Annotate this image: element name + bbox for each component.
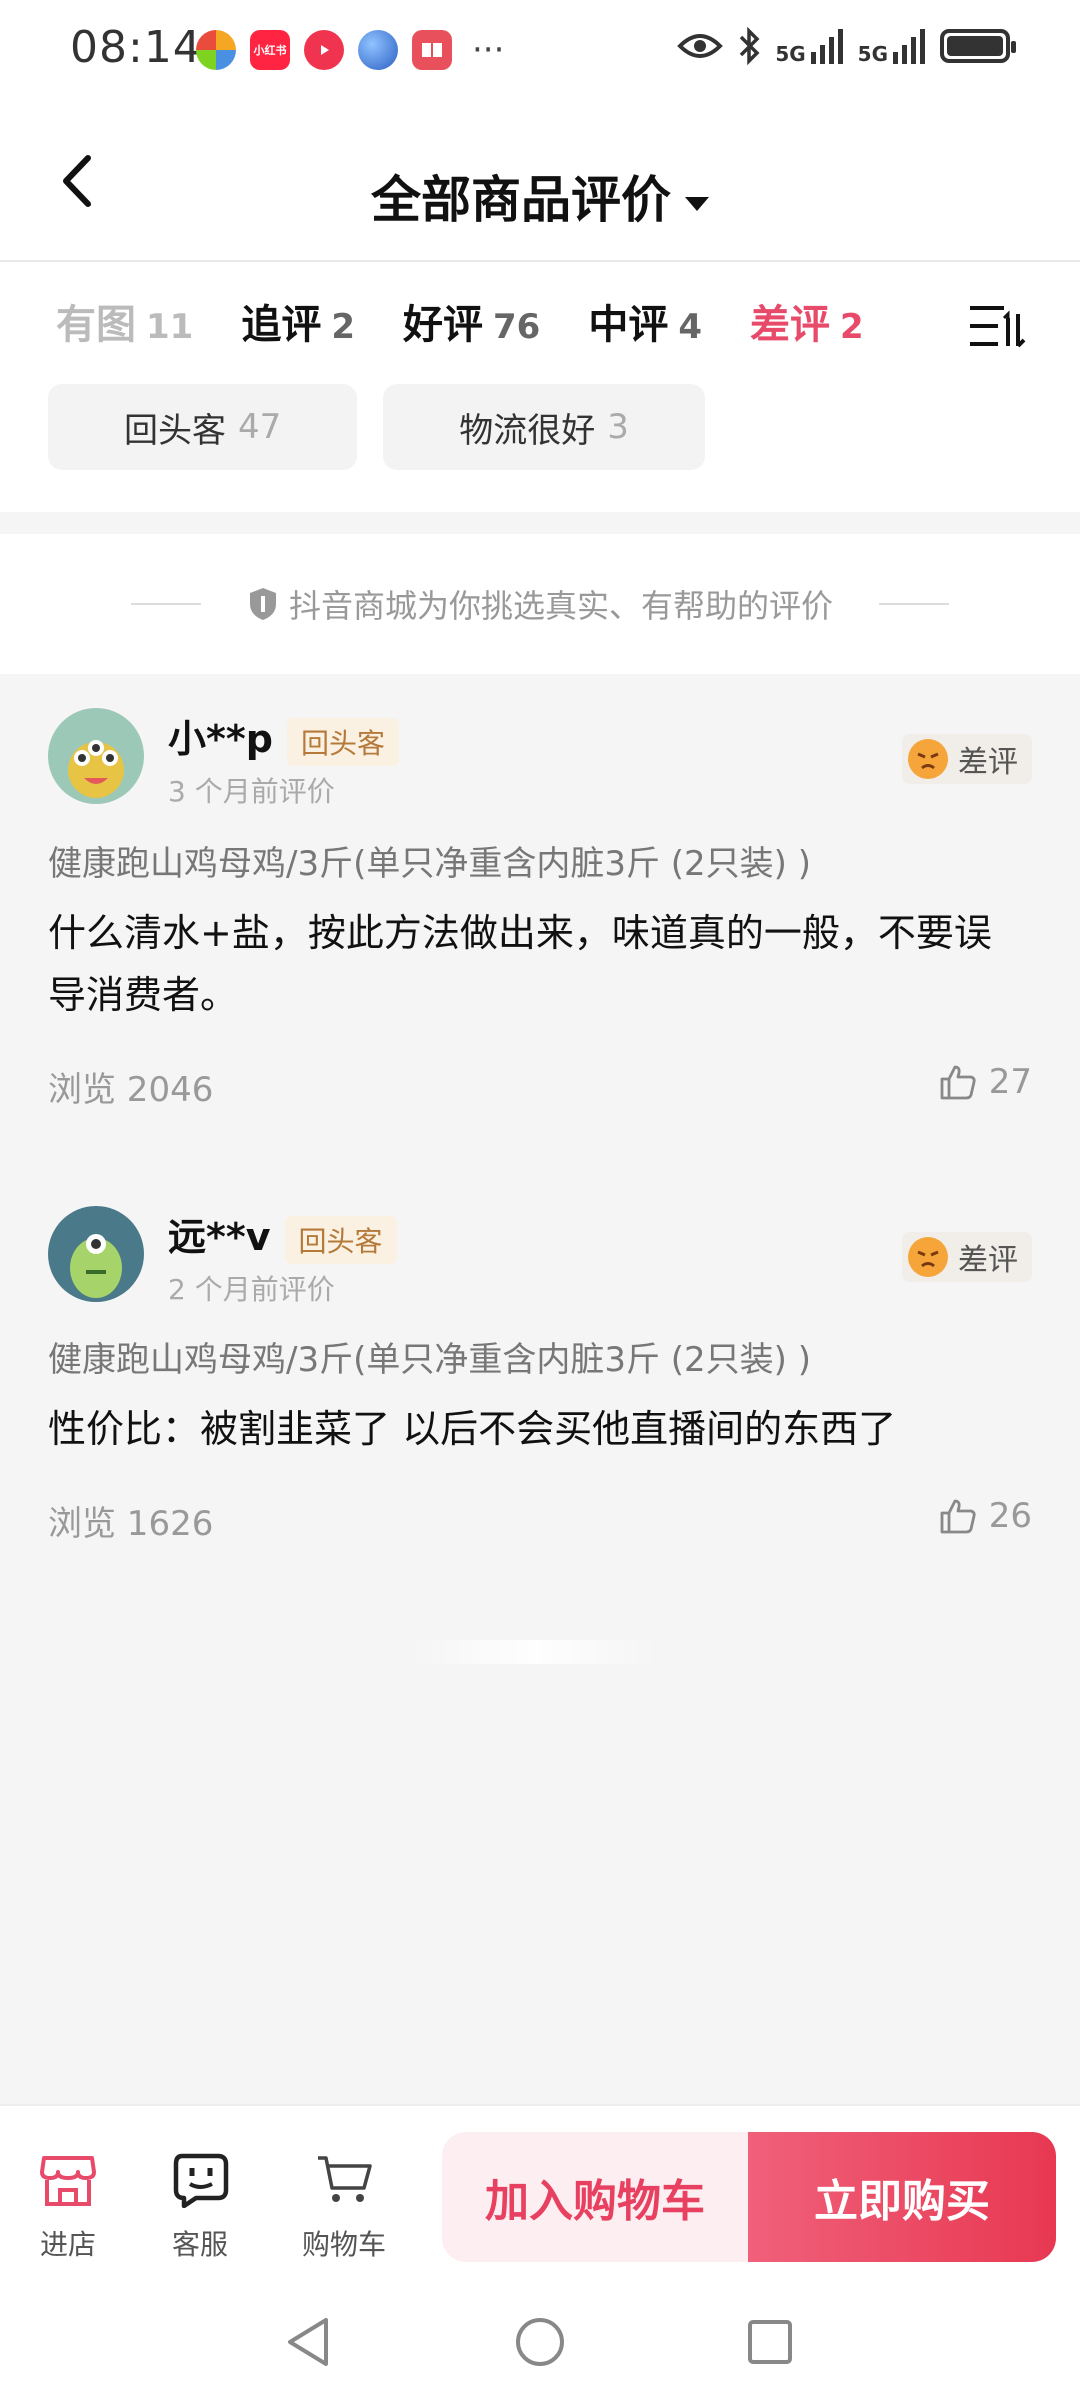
tab-positive[interactable]: 好评 76 (403, 292, 540, 350)
review-time: 2 个月前评价 (168, 1273, 335, 1306)
system-nav-bar (0, 2284, 1080, 2400)
notice-text: 抖音商城为你挑选真实、有帮助的评价 (288, 587, 833, 625)
status-time: 08:14 (70, 22, 202, 73)
rating-badge: 差评 (902, 1232, 1032, 1282)
shopping-cart-icon (318, 2156, 372, 2202)
review-filters: 有图 11 追评 2 好评 76 中评 4 差评 2 回头客 47 物流很好 3 (0, 262, 1080, 512)
video-app-icon (304, 30, 344, 70)
review-time: 3 个月前评价 (168, 775, 335, 808)
tag-chips: 回头客 47 物流很好 3 (48, 384, 705, 470)
caret-down-icon (685, 196, 709, 211)
chip-repeat-customer[interactable]: 回头客 47 (48, 384, 358, 470)
tab-negative[interactable]: 差评 2 (750, 292, 864, 350)
page-header: 全部商品评价 (0, 100, 1080, 262)
repeat-customer-badge: 回头客 (284, 1215, 397, 1264)
chip-good-logistics[interactable]: 物流很好 3 (383, 384, 705, 470)
review-card: 远**v 回头客 2 个月前评价 差评 健康跑山鸡母鸡/3斤(单只净重含内脏3斤 … (0, 1172, 1080, 1572)
status-app-icons: 小红书 ··· (196, 30, 504, 70)
shop-button[interactable]: 进店 (8, 2152, 128, 2263)
angry-face-icon (908, 739, 948, 779)
signal-bars-icon (810, 29, 843, 64)
rating-badge: 差评 (902, 734, 1032, 784)
angry-face-icon (908, 1237, 948, 1277)
more-notifications-icon: ··· (472, 30, 505, 70)
app-pinwheel-icon (196, 30, 236, 70)
page-title-dropdown[interactable]: 全部商品评价 (0, 160, 1080, 232)
add-to-cart-button[interactable]: 加入购物车 (442, 2132, 748, 2262)
xiaohongshu-icon: 小红书 (250, 30, 290, 70)
status-indicators: 5G 5G (677, 26, 1016, 66)
rating-tabs: 有图 11 追评 2 好评 76 中评 4 差评 2 (56, 292, 1016, 362)
like-button[interactable]: 26 (939, 1496, 1032, 1536)
shield-icon (249, 588, 276, 620)
buy-now-button[interactable]: 立即购买 (748, 2132, 1056, 2262)
like-button[interactable]: 27 (939, 1062, 1032, 1102)
chat-icon (173, 2153, 229, 2209)
review-card: 小**p 回头客 3 个月前评价 差评 健康跑山鸡母鸡/3斤(单只净重含内脏3斤 … (0, 674, 1080, 1154)
customer-service-button[interactable]: 客服 (140, 2152, 260, 2263)
eye-icon (677, 34, 724, 58)
divider (130, 603, 201, 605)
purchased-product: 健康跑山鸡母鸡/3斤(单只净重含内脏3斤 (2只装) ) (48, 844, 812, 884)
shop-icon (40, 2156, 96, 2206)
bottom-action-bar: 进店 客服 购物车 加入购物车 立即购买 (0, 2104, 1080, 2284)
reviewer-name[interactable]: 小**p 回头客 (168, 708, 399, 766)
signal-bars-icon (893, 29, 925, 64)
nav-back-icon[interactable] (280, 2312, 340, 2372)
status-bar: 08:14 小红书 ··· 5G 5G (0, 0, 1080, 100)
purchased-product: 健康跑山鸡母鸡/3斤(单只净重含内脏3斤 (2只装) ) (48, 1340, 812, 1380)
view-count: 浏览 2046 (48, 1070, 214, 1110)
battery-icon (940, 29, 1016, 63)
watermark-smudge (410, 1640, 660, 1664)
thumbs-up-icon (940, 1499, 976, 1534)
reviewer-name[interactable]: 远**v 回头客 (168, 1206, 397, 1264)
filter-sort-icon[interactable] (968, 302, 1028, 352)
tab-follow-up[interactable]: 追评 2 (241, 292, 355, 350)
tab-with-images[interactable]: 有图 11 (56, 292, 193, 350)
view-count: 浏览 1626 (48, 1504, 214, 1544)
tab-neutral[interactable]: 中评 4 (588, 292, 702, 350)
divider (879, 603, 949, 605)
avatar[interactable] (48, 708, 144, 804)
review-content: 什么清水+盐，按此方法做出来，味道真的一般，不要误导消费者。 (48, 911, 992, 1017)
bluetooth-icon (740, 26, 760, 66)
reader-app-icon (412, 30, 452, 70)
signal-2: 5G (858, 28, 926, 64)
cart-button[interactable]: 购物车 (284, 2152, 404, 2263)
browser-app-icon (358, 30, 398, 70)
nav-recents-icon[interactable] (740, 2312, 800, 2372)
avatar[interactable] (48, 1206, 144, 1302)
signal-1: 5G (775, 28, 843, 64)
page-title: 全部商品评价 (371, 171, 671, 229)
review-content: 性价比：被割韭菜了 以后不会买他直播间的东西了 (48, 1407, 897, 1451)
repeat-customer-badge: 回头客 (286, 717, 399, 766)
thumbs-up-icon (940, 1065, 976, 1100)
nav-home-icon[interactable] (510, 2312, 570, 2372)
authenticity-notice: 抖音商城为你挑选真实、有帮助的评价 (0, 534, 1080, 674)
